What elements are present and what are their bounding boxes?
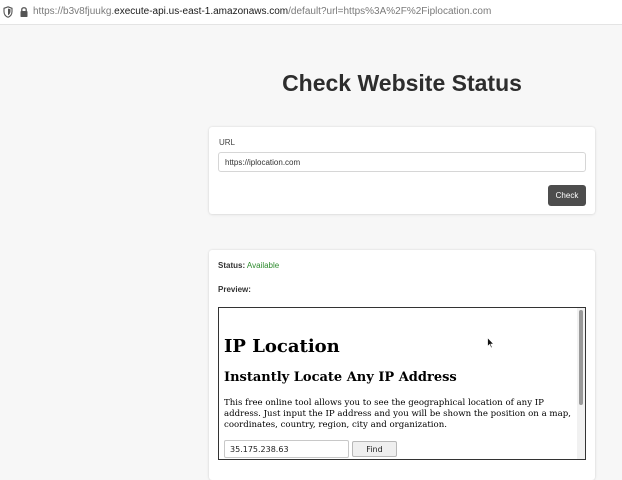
result-card: Status: Available Preview: IP Location I… [209,250,595,480]
find-button[interactable]: Find [352,441,397,457]
address-bar[interactable]: https://b3v8fjuukg.execute-api.us-east-1… [0,0,622,25]
url-form-card: URL https://iplocation.com Check [209,127,595,214]
status-line: Status: Available [218,261,279,270]
preview-heading: IP Location [224,336,340,357]
preview-scrollbar-thumb[interactable] [579,310,583,405]
url-input-value: https://iplocation.com [225,157,301,167]
ip-address-value: 35.175.238.63 [230,444,289,454]
preview-label: Preview: [218,285,251,294]
preview-subheading: Instantly Locate Any IP Address [224,370,457,385]
page-title: Check Website Status [282,70,522,96]
shield-icon[interactable] [3,6,13,18]
url-suffix: /default?url=https%3A%2F%2Fiplocation.co… [288,6,492,17]
check-button[interactable]: Check [548,185,586,206]
preview-description: This free online tool allows you to see … [224,398,571,431]
preview-scrollbar[interactable] [577,308,585,459]
status-label: Status: [218,261,246,270]
url-prefix: https://b3v8fjuukg. [33,6,115,17]
mouse-cursor-icon [487,337,495,349]
url-input[interactable]: https://iplocation.com [218,152,586,172]
url-label: URL [219,138,236,147]
url-host: execute-api.us-east-1.amazonaws.com [114,6,289,17]
url-text[interactable]: https://b3v8fjuukg.execute-api.us-east-1… [33,6,491,17]
status-value: Available [246,261,280,270]
preview-iframe[interactable]: IP Location Instantly Locate Any IP Addr… [218,307,586,460]
lock-icon[interactable] [19,6,29,18]
ip-address-input[interactable]: 35.175.238.63 [224,440,349,458]
